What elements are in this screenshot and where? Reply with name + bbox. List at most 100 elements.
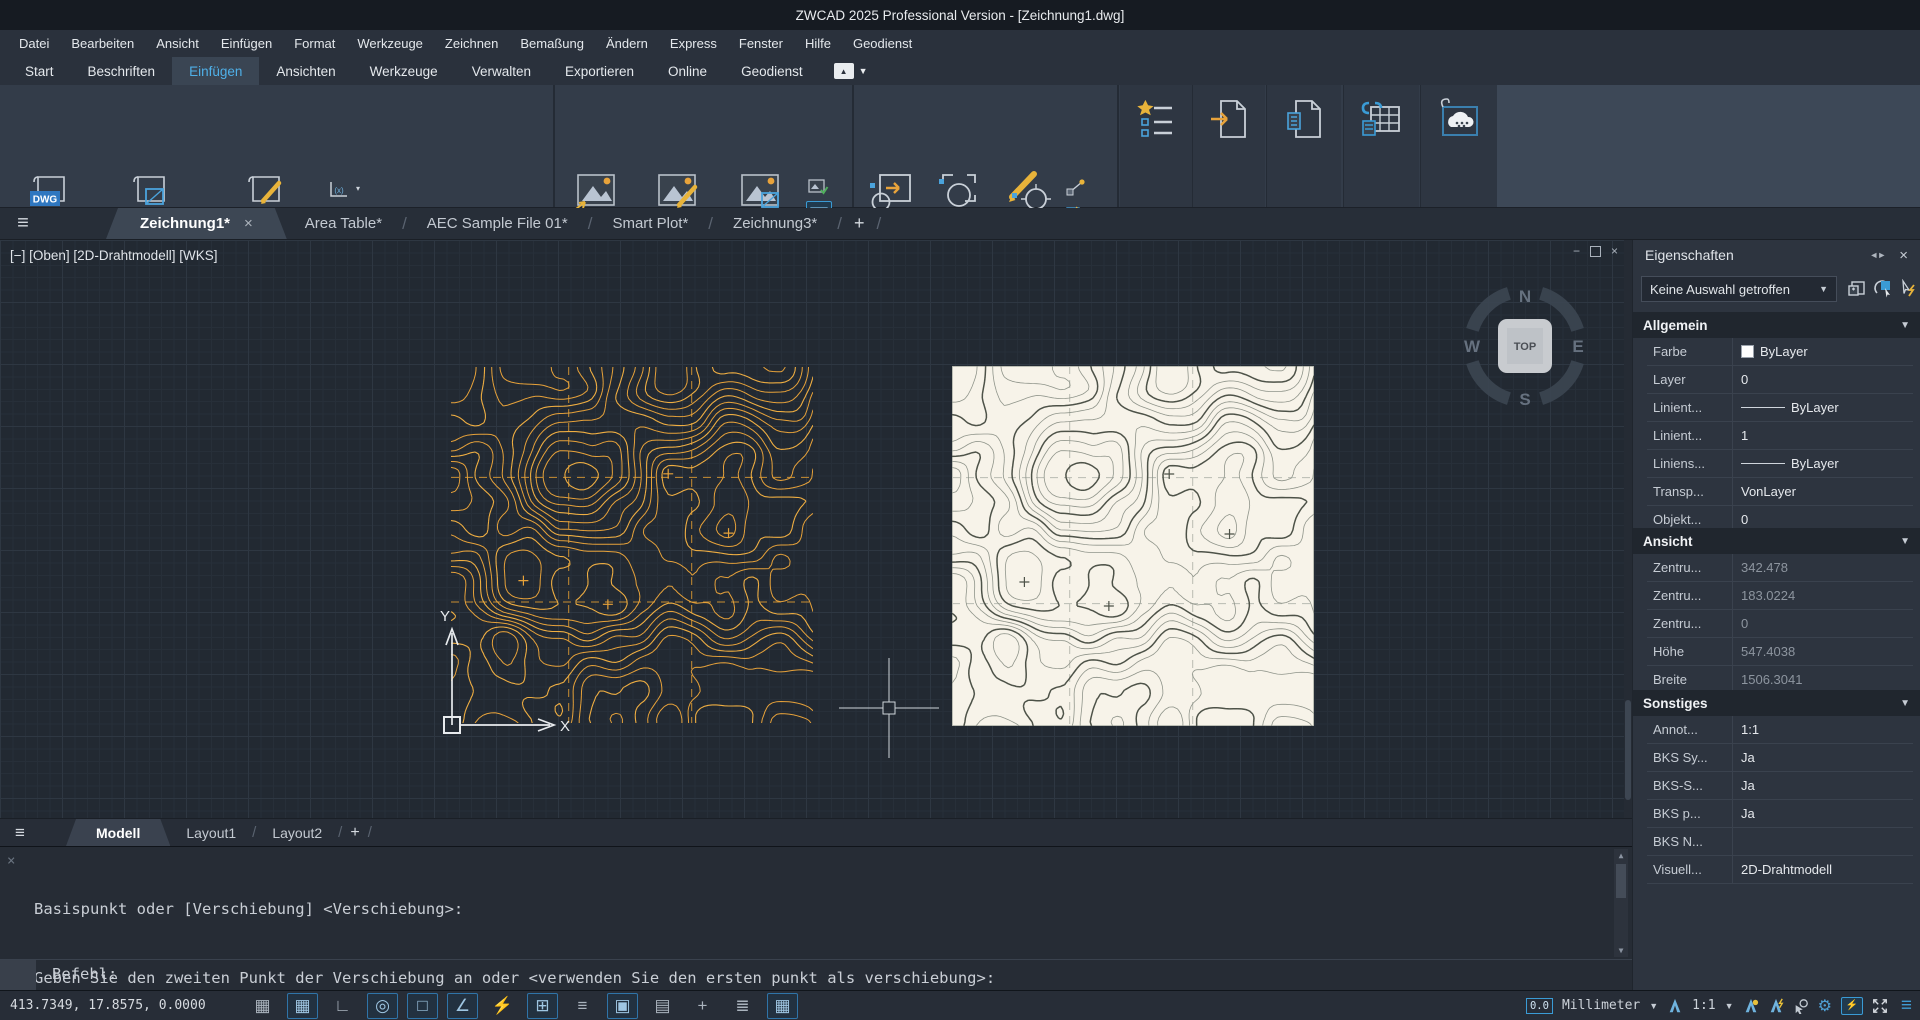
menu-bemassung[interactable]: Bemaßung	[509, 36, 595, 51]
compass-south[interactable]: S	[1519, 390, 1530, 409]
toggle-pickadd-button[interactable]	[1896, 277, 1920, 301]
viewport-label[interactable]: [−] [Oben] [2D-Drahtmodell] [WKS]	[10, 248, 217, 263]
scale-label[interactable]: 1:1	[1692, 998, 1715, 1013]
dynamic-ucs-icon[interactable]: ⊞	[527, 993, 558, 1019]
scroll-up-icon[interactable]: ▲	[1614, 849, 1628, 862]
doc-tab-smart-plot[interactable]: Smart Plot*	[594, 208, 706, 239]
new-layout-button[interactable]: +	[342, 819, 367, 846]
layout-tabs-menu-icon[interactable]: ≡	[0, 819, 40, 846]
cycle-select-icon[interactable]: ▤	[647, 993, 678, 1019]
contour-image-right[interactable]	[952, 366, 1314, 726]
command-close-icon[interactable]: ×	[7, 853, 15, 869]
viewport-close-icon[interactable]: ×	[1611, 244, 1618, 258]
ribbon-tab-verwalten[interactable]: Verwalten	[455, 57, 548, 85]
snap-icon[interactable]: ▦	[287, 993, 318, 1019]
drawing-viewport[interactable]: [−] [Oben] [2D-Drahtmodell] [WKS] − × Y …	[0, 240, 1632, 818]
layout-tab-modell[interactable]: Modell	[66, 819, 170, 846]
chevron-down-icon[interactable]: ▾	[356, 184, 360, 193]
section-allgemein[interactable]: Allgemein ▼	[1633, 312, 1920, 338]
ribbon-options-icon[interactable]: ▼	[859, 66, 868, 76]
units-label[interactable]: Millimeter	[1562, 998, 1640, 1013]
menu-hilfe[interactable]: Hilfe	[794, 36, 842, 51]
quick-view-icon[interactable]: ▣	[607, 993, 638, 1019]
layout-tab-layout2[interactable]: Layout2	[256, 819, 338, 846]
panel-data[interactable]: Daten ▾	[1267, 85, 1341, 207]
layout-preview-icon[interactable]: ▦	[767, 993, 798, 1019]
command-grip[interactable]	[0, 960, 36, 991]
menu-datei[interactable]: Datei	[8, 36, 60, 51]
menu-geodienst[interactable]: Geodienst	[842, 36, 923, 51]
section-sonstiges[interactable]: Sonstiges ▼	[1633, 690, 1920, 716]
ribbon-tab-geodienst[interactable]: Geodienst	[724, 57, 820, 85]
quick-select-button[interactable]	[1845, 277, 1869, 301]
ribbon-tab-exportieren[interactable]: Exportieren	[548, 57, 651, 85]
block-attribute-button[interactable]	[1064, 175, 1088, 199]
chevron-down-icon[interactable]: ▼	[1725, 1001, 1734, 1011]
select-objects-button[interactable]	[1871, 277, 1895, 301]
ribbon-tab-ansichten[interactable]: Ansichten	[259, 57, 352, 85]
menu-aendern[interactable]: Ändern	[595, 36, 659, 51]
ortho-icon[interactable]: ∟	[327, 993, 358, 1019]
status-menu-icon[interactable]: ≡	[1901, 995, 1912, 1017]
viewport-minimize-icon[interactable]: −	[1573, 244, 1580, 258]
object-snap-tracking-icon[interactable]: ∠	[447, 993, 478, 1019]
precision-toggle[interactable]: 0.0	[1526, 998, 1553, 1014]
menu-format[interactable]: Format	[283, 36, 346, 51]
compass-north[interactable]: N	[1519, 287, 1531, 306]
menu-express[interactable]: Express	[659, 36, 728, 51]
ribbon-tab-einfuegen[interactable]: Einfügen	[172, 57, 259, 85]
lineweight-icon[interactable]: ≡	[567, 993, 598, 1019]
panel-import[interactable]: Impo... ▾	[1193, 85, 1265, 207]
list-lines-icon[interactable]: ≣	[727, 993, 758, 1019]
compass-west[interactable]: W	[1464, 337, 1481, 356]
panel-blockdef[interactable]: Blockd... ▾	[1120, 85, 1192, 207]
hardware-acceleration-icon[interactable]: ⚡	[1841, 997, 1863, 1015]
selection-dropdown[interactable]: Keine Auswahl getroffen ▼	[1641, 276, 1837, 302]
image-quality-button[interactable]	[806, 175, 830, 199]
annotation-scale-icon[interactable]	[1667, 998, 1683, 1014]
command-scrollbar-thumb[interactable]	[1616, 864, 1626, 898]
panel-pointcloud[interactable]: Punktwo... ▾	[1421, 85, 1497, 207]
doc-tab-area-table[interactable]: Area Table*	[287, 208, 400, 239]
tab-close-icon[interactable]: ×	[244, 215, 253, 232]
dock-panel-icon[interactable]: ◄►	[1869, 250, 1885, 260]
menu-bearbeiten[interactable]: Bearbeiten	[60, 36, 145, 51]
doc-tab-zeichnung1[interactable]: Zeichnung1* ×	[106, 208, 287, 239]
isolate-objects-icon[interactable]	[1793, 998, 1809, 1014]
settings-gear-icon[interactable]: ⚙	[1818, 996, 1832, 1016]
compass-east[interactable]: E	[1572, 337, 1583, 356]
doc-tabs-menu-icon[interactable]: ≡	[0, 208, 46, 239]
menu-fenster[interactable]: Fenster	[728, 36, 794, 51]
view-compass[interactable]: N E S W TOP	[1460, 281, 1590, 411]
annotation-visibility-icon[interactable]	[1743, 998, 1759, 1014]
menu-ansicht[interactable]: Ansicht	[145, 36, 210, 51]
layout-tab-layout1[interactable]: Layout1	[170, 819, 252, 846]
doc-tab-zeichnung3[interactable]: Zeichnung3*	[715, 208, 835, 239]
chevron-down-icon[interactable]: ▼	[1649, 1001, 1658, 1011]
canvas-scrollbar-thumb[interactable]	[1625, 700, 1631, 800]
command-prompt[interactable]: Befehl:	[52, 965, 117, 983]
ribbon-tab-online[interactable]: Online	[651, 57, 724, 85]
ribbon-tab-beschriften[interactable]: Beschriften	[71, 57, 173, 85]
fullscreen-icon[interactable]	[1872, 998, 1888, 1014]
doc-tab-aec-sample[interactable]: AEC Sample File 01*	[409, 208, 586, 239]
menu-werkzeuge[interactable]: Werkzeuge	[346, 36, 434, 51]
auto-annotation-icon[interactable]	[1768, 998, 1784, 1014]
object-snap-icon[interactable]: □	[407, 993, 438, 1019]
section-ansicht[interactable]: Ansicht ▼	[1633, 528, 1920, 554]
grid-display-icon[interactable]: ▦	[247, 993, 278, 1019]
close-panel-icon[interactable]: ×	[1899, 247, 1908, 264]
menu-zeichnen[interactable]: Zeichnen	[434, 36, 509, 51]
ribbon-collapse-icon[interactable]: ▲	[834, 63, 854, 79]
dynamic-input-icon[interactable]: ⚡	[487, 993, 518, 1019]
menu-einfuegen[interactable]: Einfügen	[210, 36, 283, 51]
command-scrollbar[interactable]: ▲ ▼	[1614, 849, 1628, 957]
copy-mode-icon[interactable]: +	[687, 993, 718, 1019]
scroll-down-icon[interactable]: ▼	[1614, 944, 1628, 957]
xref-frame-button[interactable]: (x)	[327, 177, 351, 201]
new-tab-button[interactable]: +	[844, 208, 875, 239]
polar-tracking-icon[interactable]: ◎	[367, 993, 398, 1019]
panel-datalink[interactable]: Datenv... ▾	[1344, 85, 1419, 207]
ribbon-tab-werkzeuge[interactable]: Werkzeuge	[353, 57, 455, 85]
ribbon-tab-start[interactable]: Start	[8, 57, 71, 85]
